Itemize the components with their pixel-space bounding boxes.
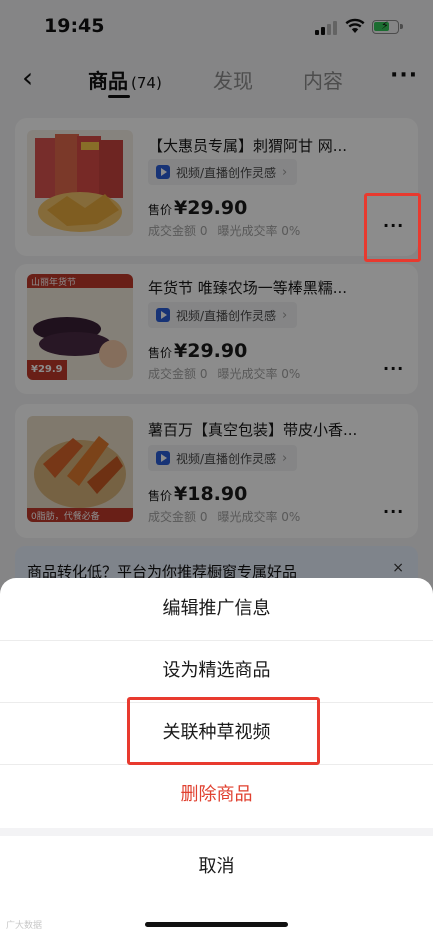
highlight-box bbox=[127, 697, 320, 765]
watermark: 广大数据 bbox=[6, 921, 43, 931]
edit-promotion-option[interactable]: 编辑推广信息 bbox=[0, 578, 433, 641]
delete-product-option[interactable]: 删除商品 bbox=[0, 764, 433, 826]
sheet-divider bbox=[0, 828, 433, 836]
cancel-button[interactable]: 取消 bbox=[0, 836, 433, 898]
highlight-box bbox=[364, 193, 421, 262]
set-featured-option[interactable]: 设为精选商品 bbox=[0, 640, 433, 703]
home-indicator bbox=[145, 922, 288, 927]
